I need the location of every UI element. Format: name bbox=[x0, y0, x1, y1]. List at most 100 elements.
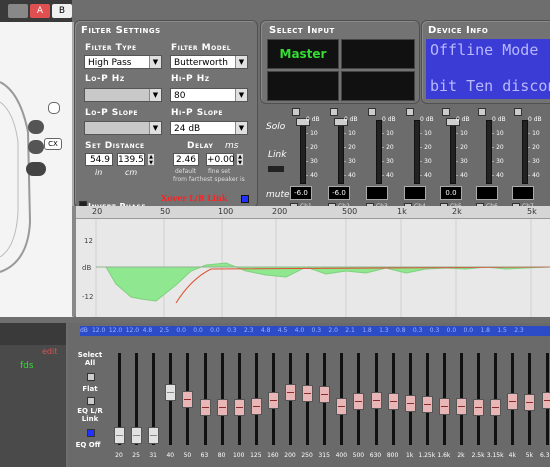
eq-band-freq-label: 50 bbox=[183, 452, 192, 459]
channel-level-readout[interactable] bbox=[366, 186, 388, 200]
lop-hz-select[interactable]: ▼ bbox=[84, 88, 162, 102]
eq-slider-knob[interactable] bbox=[233, 399, 245, 416]
eq-slider-knob[interactable] bbox=[199, 399, 211, 416]
eq-band-db-value: 1.8 bbox=[362, 327, 372, 334]
eq-slider-knob[interactable] bbox=[165, 383, 177, 401]
eq-slider-knob[interactable] bbox=[421, 396, 433, 414]
eq-band-freq-label: 800 bbox=[386, 452, 399, 459]
eq-band-db-value: 4.8 bbox=[142, 327, 153, 334]
preset-item[interactable]: fds bbox=[20, 361, 34, 371]
flat-button[interactable]: Flat bbox=[74, 385, 106, 393]
fader-tick-label: - 10 bbox=[492, 130, 504, 137]
input-master-button[interactable]: Master bbox=[267, 39, 339, 69]
channel-level-readout[interactable]: -6.0 bbox=[290, 186, 312, 200]
eq-slider-knob[interactable] bbox=[387, 393, 399, 411]
solo-checkbox[interactable] bbox=[292, 108, 300, 116]
fader-tick-label: - 30 bbox=[420, 158, 432, 165]
tab-none[interactable] bbox=[8, 4, 28, 18]
eq-band-freq-label: 500 bbox=[352, 452, 365, 459]
graph-y-top: 12 bbox=[84, 237, 93, 245]
eq-slider-knob[interactable] bbox=[267, 391, 279, 409]
delay-fine-stepper[interactable]: ▲ ▼ bbox=[236, 153, 244, 166]
subwoofer-icon[interactable] bbox=[26, 162, 46, 176]
chevron-down-icon: ▼ bbox=[235, 89, 247, 101]
eq-slider-knob[interactable] bbox=[319, 386, 331, 404]
input-slot-4[interactable] bbox=[341, 71, 415, 101]
hip-hz-select[interactable]: 80 ▼ bbox=[170, 88, 248, 102]
solo-checkbox[interactable] bbox=[406, 108, 414, 116]
solo-checkbox[interactable] bbox=[442, 108, 450, 116]
eq-slider-knob[interactable] bbox=[438, 398, 450, 416]
eq-slider-knob[interactable] bbox=[285, 383, 296, 401]
eq-slider-knob[interactable] bbox=[404, 394, 416, 412]
xover-link-toggle[interactable] bbox=[241, 195, 249, 203]
solo-checkbox[interactable] bbox=[514, 108, 522, 116]
eq-slider-knob[interactable] bbox=[302, 384, 314, 402]
link-toggle[interactable] bbox=[268, 166, 284, 172]
eq-slider-knob[interactable] bbox=[456, 398, 467, 416]
delay-default-field[interactable]: 2.46 bbox=[173, 153, 199, 166]
eq-band-freq-label: 2.5k bbox=[471, 452, 485, 459]
eq-lr-link-button[interactable]: EQ L/R Link bbox=[72, 407, 108, 423]
fader-tick-label: - 10 bbox=[528, 130, 540, 137]
lop-hz-label: Lo-P Hz bbox=[85, 74, 125, 84]
freq-axis-label: 1k bbox=[397, 207, 407, 216]
graphic-eq-panel: dB 12.0 12.0 12.0 4.8 2.5 0.0 0.0 0.0 0.3 2.3 4.8 4.… bbox=[68, 323, 550, 467]
input-slot-2[interactable] bbox=[341, 39, 415, 69]
input-slot-3[interactable] bbox=[267, 71, 339, 101]
solo-checkbox[interactable] bbox=[478, 108, 486, 116]
preset-list: edit fds bbox=[0, 323, 66, 467]
eq-slider-knob[interactable] bbox=[353, 392, 365, 410]
eq-slider-knob[interactable] bbox=[524, 394, 536, 412]
flat-checkbox[interactable] bbox=[87, 397, 95, 405]
solo-checkbox[interactable] bbox=[330, 108, 338, 116]
speaker-icon[interactable] bbox=[48, 102, 60, 114]
eq-slider-knob[interactable] bbox=[507, 393, 519, 411]
eq-band-db-value: 1.5 bbox=[497, 327, 507, 334]
eq-slider-knob[interactable] bbox=[216, 399, 228, 416]
tab-b[interactable]: B bbox=[52, 4, 72, 18]
eq-slider-knob[interactable] bbox=[473, 399, 485, 416]
eq-slider-knob[interactable] bbox=[250, 398, 262, 416]
channel-level-readout[interactable]: 0.0 bbox=[440, 186, 462, 200]
channel-level-readout[interactable] bbox=[404, 186, 426, 200]
eq-slider-knob[interactable] bbox=[490, 399, 502, 416]
channel-level-readout[interactable] bbox=[512, 186, 534, 200]
speaker-icon[interactable] bbox=[28, 140, 44, 154]
eq-lr-link-toggle[interactable] bbox=[87, 429, 95, 437]
solo-checkbox[interactable] bbox=[368, 108, 376, 116]
channel-level-readout[interactable]: -6.0 bbox=[328, 186, 350, 200]
distance-in-field[interactable]: 54.9 bbox=[85, 153, 113, 166]
lop-slope-label: Lo-P Slope bbox=[85, 108, 138, 118]
eq-band-db-value: 2.3 bbox=[243, 327, 254, 334]
lop-slope-select[interactable]: ▼ bbox=[84, 121, 162, 135]
eq-band-freq-label: 3.15k bbox=[486, 452, 504, 459]
hip-slope-select[interactable]: 24 dB ▼ bbox=[170, 121, 248, 135]
eq-slider-knob[interactable] bbox=[114, 427, 125, 444]
distance-stepper[interactable]: ▲ ▼ bbox=[147, 153, 155, 166]
eq-off-button[interactable]: EQ Off bbox=[74, 441, 102, 449]
tab-a[interactable]: A bbox=[30, 4, 50, 18]
channel-level-readout[interactable] bbox=[476, 186, 498, 200]
distance-cm-field[interactable]: 139.5 bbox=[117, 153, 145, 166]
filter-type-select[interactable]: High Pass ▼ bbox=[84, 55, 162, 69]
eq-slider-knob[interactable] bbox=[370, 392, 382, 410]
center-speaker-button[interactable]: CX bbox=[44, 138, 62, 150]
filter-model-value: Butterworth bbox=[174, 58, 228, 68]
fader-tick-label: - 20 bbox=[306, 144, 318, 151]
delay-fine-field[interactable]: +0.00 bbox=[206, 153, 235, 166]
eq-band-freq-label: 1.25k bbox=[418, 452, 436, 459]
select-all-checkbox[interactable] bbox=[87, 373, 95, 381]
eq-slider-knob[interactable] bbox=[541, 391, 550, 409]
filter-model-select[interactable]: Butterworth ▼ bbox=[170, 55, 248, 69]
eq-slider-knob[interactable] bbox=[182, 391, 194, 409]
select-all-button[interactable]: Select All bbox=[74, 351, 106, 367]
edit-label[interactable]: edit bbox=[42, 347, 57, 356]
speaker-icon[interactable] bbox=[28, 120, 44, 134]
eq-slider-knob[interactable] bbox=[336, 398, 348, 416]
eq-slider-knob[interactable] bbox=[131, 427, 143, 444]
eq-band-freq-label: 100 bbox=[232, 452, 245, 459]
eq-slider-knob[interactable] bbox=[148, 427, 160, 444]
freq-axis-label: 500 bbox=[342, 207, 358, 216]
eq-band-db-value: 0.0 bbox=[463, 327, 474, 334]
